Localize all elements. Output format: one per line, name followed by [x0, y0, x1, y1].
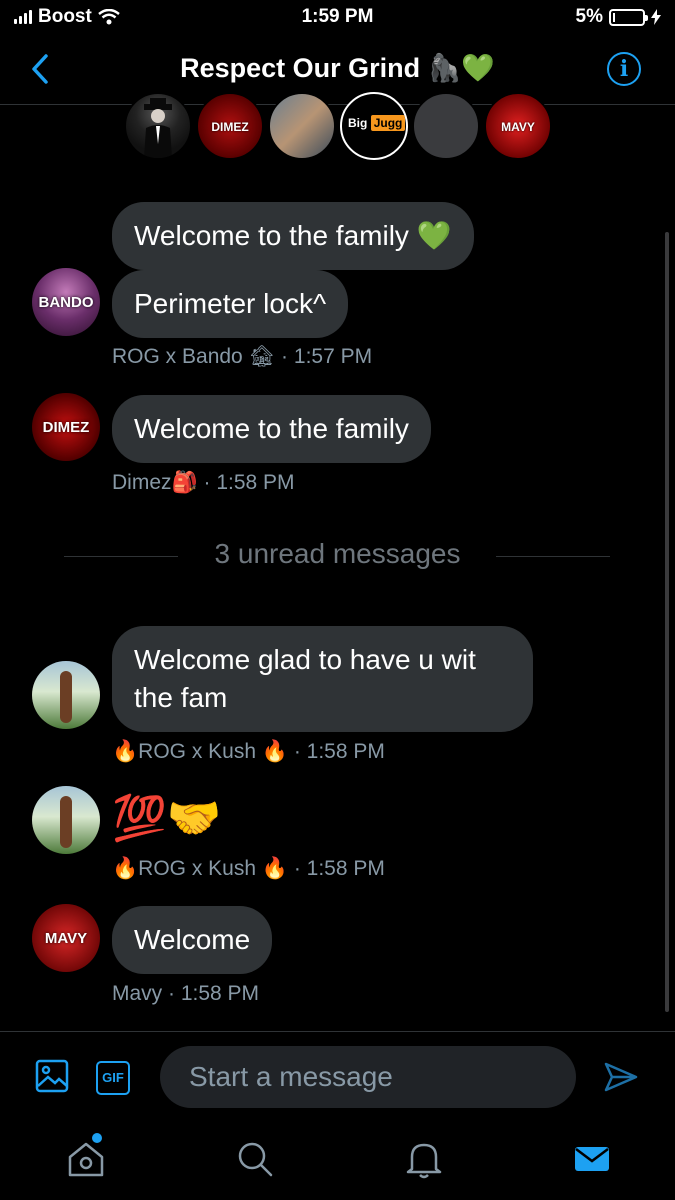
unread-label: 3 unread messages — [214, 538, 461, 569]
info-icon[interactable]: i — [607, 52, 641, 86]
suit-figure-icon — [144, 98, 172, 158]
message-bubble[interactable]: Welcome to the family — [112, 395, 431, 463]
message-meta: 🔥ROG x Kush 🔥 · 1:58 PM — [112, 857, 385, 880]
member-label: MAVY — [501, 119, 535, 134]
member-avatar[interactable] — [124, 92, 192, 160]
sender-avatar[interactable]: BANDO — [32, 268, 100, 336]
person-figure — [60, 796, 72, 848]
status-bar: Boost 1:59 PM 5% — [0, 0, 675, 36]
message-bubble[interactable]: Perimeter lock^ — [112, 270, 349, 338]
group-members[interactable]: DIMEZ Big Jugg MAVY — [124, 92, 552, 160]
battery-percent: 5% — [575, 6, 603, 27]
unread-divider: 3 unread messages — [0, 536, 675, 576]
message-composer: GIF Start a message — [0, 1031, 675, 1122]
image-icon[interactable] — [35, 1059, 69, 1093]
member-label: Big Jugg — [348, 115, 406, 131]
sender-avatar[interactable] — [32, 661, 100, 729]
mail-icon[interactable] — [572, 1139, 612, 1179]
gif-button[interactable]: GIF — [96, 1061, 130, 1095]
message-input[interactable]: Start a message — [160, 1046, 576, 1108]
member-label: DIMEZ — [211, 119, 249, 134]
person-figure — [60, 671, 72, 723]
member-avatar[interactable] — [268, 92, 336, 160]
tab-bar — [0, 1121, 675, 1200]
clock: 1:59 PM — [301, 6, 374, 27]
avatar-label: MAVY — [44, 929, 88, 947]
member-avatar[interactable] — [412, 92, 480, 160]
message-bubble[interactable]: Welcome to the family 💚 — [112, 202, 474, 270]
send-icon[interactable] — [604, 1060, 638, 1094]
message-meta: 🔥ROG x Kush 🔥 · 1:58 PM — [112, 740, 385, 763]
divider-line — [496, 556, 610, 557]
avatar-label: BANDO — [38, 293, 94, 311]
member-avatar[interactable]: MAVY — [484, 92, 552, 160]
message-bubble[interactable]: Welcome glad to have u wit the fam — [112, 626, 533, 732]
conversation-title[interactable]: Respect Our Grind 🦍💚 — [0, 52, 675, 84]
battery-icon — [609, 8, 648, 26]
charging-icon — [651, 9, 661, 25]
scrollbar[interactable] — [665, 232, 669, 1012]
battery-status: 5% — [576, 6, 661, 28]
sender-avatar[interactable]: MAVY — [32, 904, 100, 972]
message-bubble[interactable]: Welcome — [112, 906, 273, 974]
search-icon[interactable] — [235, 1139, 275, 1179]
message-meta: Mavy · 1:58 PM — [112, 982, 260, 1005]
avatar-label: DIMEZ — [42, 418, 90, 436]
emoji-message[interactable]: 💯🤝 — [112, 792, 222, 844]
sender-avatar[interactable] — [32, 786, 100, 854]
home-icon[interactable] — [66, 1139, 106, 1179]
sender-avatar[interactable]: DIMEZ — [32, 393, 100, 461]
notification-dot — [92, 1133, 102, 1143]
message-meta: Dimez🎒 · 1:58 PM — [112, 471, 295, 494]
bell-icon[interactable] — [404, 1139, 444, 1179]
member-avatar[interactable]: DIMEZ — [196, 92, 264, 160]
message-meta: ROG x Bando 🏚 · 1:57 PM — [112, 345, 373, 368]
member-avatar[interactable]: Big Jugg — [340, 92, 408, 160]
